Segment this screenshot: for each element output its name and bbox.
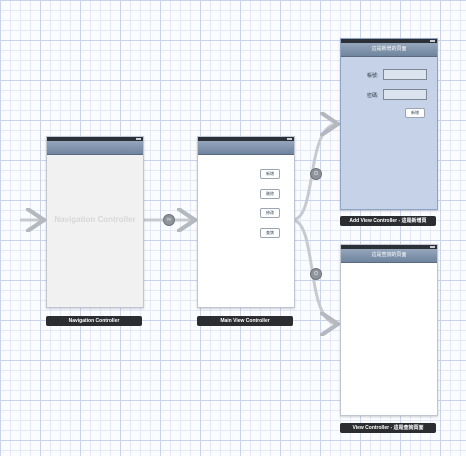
navigation-bar: 這是新增的頁面 (341, 43, 437, 57)
query-button[interactable]: 查詢 (260, 228, 280, 238)
push-segue-icon[interactable]: ⊙ (310, 268, 322, 280)
navigation-bar (198, 141, 294, 155)
add-view-controller-scene[interactable]: 這是新增的頁面 帳號: 密碼: 新增 (340, 38, 438, 210)
battery-icon (430, 246, 435, 248)
battery-icon (287, 138, 292, 140)
account-field[interactable] (383, 69, 427, 80)
add-view-controller-label[interactable]: Add View Controller - 這是新增頁 (340, 216, 436, 226)
main-view-controller-scene[interactable]: 新增 刪除 修改 查詢 (197, 136, 295, 308)
view-controller-label[interactable]: View Controller - 這是查詢頁面 (340, 423, 436, 433)
battery-icon (136, 138, 141, 140)
account-label: 帳號: (367, 73, 379, 79)
main-view-controller-label[interactable]: Main View Controller (197, 316, 293, 326)
password-field[interactable] (383, 89, 427, 100)
delete-button[interactable]: 刪除 (260, 189, 280, 199)
add-button[interactable]: 新增 (260, 169, 280, 179)
view-controller-scene[interactable]: 這是查詢的頁面 (340, 244, 438, 416)
navigation-controller-label[interactable]: Navigation Controller (46, 316, 142, 326)
navigation-controller-title: Navigation Controller (54, 215, 136, 224)
navigation-bar: 這是查詢的頁面 (341, 249, 437, 263)
navigation-bar (47, 141, 143, 155)
navigation-controller-scene[interactable]: Navigation Controller (46, 136, 144, 308)
add-submit-button[interactable]: 新增 (405, 108, 425, 118)
battery-icon (430, 40, 435, 42)
password-label: 密碼: (367, 93, 379, 99)
root-segue-icon[interactable]: ∞ (163, 214, 175, 226)
modify-button[interactable]: 修改 (260, 208, 280, 218)
push-segue-icon[interactable]: ⊙ (310, 168, 322, 180)
